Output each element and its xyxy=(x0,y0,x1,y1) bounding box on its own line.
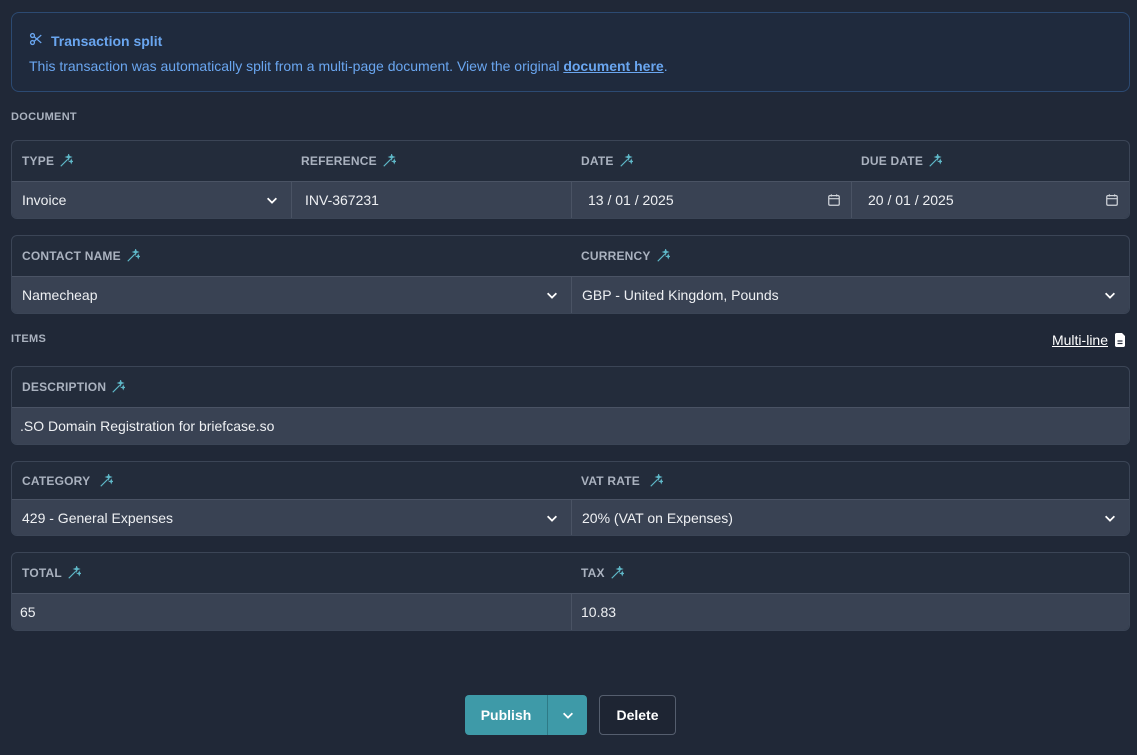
tax-label: TAX xyxy=(581,566,605,580)
chevron-down-icon xyxy=(547,292,557,299)
type-value: Invoice xyxy=(22,192,67,208)
items-section-label: ITEMS xyxy=(11,333,47,345)
magic-wand-icon xyxy=(650,473,663,487)
description-header: DESCRIPTION xyxy=(12,367,1129,407)
vat-value: 20% (VAT on Expenses) xyxy=(582,510,733,526)
category-value: 429 - General Expenses xyxy=(22,510,173,526)
date-label: DATE xyxy=(581,154,614,168)
contact-value: Namecheap xyxy=(22,287,98,303)
chevron-down-icon xyxy=(562,712,573,719)
totals-card: TOTAL TAX 65 10.83 xyxy=(11,552,1130,631)
currency-value: GBP - United Kingdom, Pounds xyxy=(582,287,779,303)
date-value: 13 / 01 / 2025 xyxy=(588,192,674,208)
chevron-down-icon xyxy=(1105,515,1115,522)
tax-header: TAX xyxy=(571,553,1129,593)
vat-header: VAT RATE xyxy=(571,462,1129,499)
total-header: TOTAL xyxy=(12,553,571,593)
publish-button[interactable]: Publish xyxy=(465,695,547,735)
split-banner: Transaction split This transaction was a… xyxy=(11,12,1130,92)
calendar-icon[interactable] xyxy=(1105,193,1119,207)
category-vat-card: CATEGORY VAT RATE 429 - General Expenses… xyxy=(11,461,1130,536)
currency-header: CURRENCY xyxy=(571,236,1129,276)
banner-text-before: This transaction was automatically split… xyxy=(29,58,564,74)
contact-header: CONTACT NAME xyxy=(12,236,571,276)
due-date-value: 20 / 01 / 2025 xyxy=(868,192,954,208)
category-header: CATEGORY xyxy=(12,462,571,499)
document-fields-card: TYPE REFERENCE DATE DUE DATE Invoice INV… xyxy=(11,140,1130,219)
description-card: DESCRIPTION .SO Domain Registration for … xyxy=(11,366,1130,445)
type-label: TYPE xyxy=(22,154,55,168)
multi-line-toggle[interactable]: Multi-line xyxy=(1052,332,1126,348)
magic-wand-icon xyxy=(611,566,624,579)
magic-wand-icon xyxy=(60,154,74,167)
type-header: TYPE xyxy=(12,141,291,181)
due-date-header: DUE DATE xyxy=(851,141,1129,181)
reference-label: REFERENCE xyxy=(301,154,377,168)
scissors-icon xyxy=(29,32,43,49)
total-value: 65 xyxy=(20,604,36,620)
type-select[interactable]: Invoice xyxy=(12,181,291,218)
currency-select[interactable]: GBP - United Kingdom, Pounds xyxy=(571,276,1129,313)
publish-options-button[interactable] xyxy=(547,695,587,735)
reference-header: REFERENCE xyxy=(291,141,571,181)
tax-value: 10.83 xyxy=(581,604,617,620)
magic-wand-icon xyxy=(383,154,396,167)
multi-line-label: Multi-line xyxy=(1051,332,1108,348)
reference-value: INV-367231 xyxy=(305,192,379,208)
contact-currency-card: CONTACT NAME CURRENCY Namecheap GBP - Un… xyxy=(11,235,1130,314)
vat-label: VAT RATE xyxy=(581,473,640,488)
magic-wand-icon xyxy=(127,249,140,262)
tax-input[interactable]: 10.83 xyxy=(571,593,1129,630)
date-header: DATE xyxy=(571,141,851,181)
category-label: CATEGORY xyxy=(22,473,91,488)
magic-wand-icon xyxy=(100,473,114,487)
chevron-down-icon xyxy=(547,515,557,522)
banner-text-after: . xyxy=(663,58,668,74)
document-icon xyxy=(1115,333,1125,347)
description-label: DESCRIPTION xyxy=(22,380,107,394)
delete-button[interactable]: Delete xyxy=(599,695,676,735)
total-label: TOTAL xyxy=(22,566,62,580)
chevron-down-icon xyxy=(267,197,277,204)
date-input[interactable]: 13 / 01 / 2025 xyxy=(571,181,851,218)
banner-title: Transaction split xyxy=(51,32,163,49)
contact-label: CONTACT NAME xyxy=(22,249,121,263)
due-date-label: DUE DATE xyxy=(861,154,924,168)
calendar-icon[interactable] xyxy=(827,193,841,207)
document-link[interactable]: document here xyxy=(563,58,663,74)
magic-wand-icon xyxy=(656,249,670,262)
currency-label: CURRENCY xyxy=(581,249,651,263)
contact-select[interactable]: Namecheap xyxy=(12,276,571,313)
total-input[interactable]: 65 xyxy=(12,593,571,630)
description-value: .SO Domain Registration for briefcase.so xyxy=(20,418,275,434)
magic-wand-icon xyxy=(619,154,633,167)
magic-wand-icon xyxy=(68,566,81,579)
category-select[interactable]: 429 - General Expenses xyxy=(12,499,571,535)
magic-wand-icon xyxy=(112,380,126,393)
magic-wand-icon xyxy=(929,154,943,167)
vat-select[interactable]: 20% (VAT on Expenses) xyxy=(571,499,1129,535)
chevron-down-icon xyxy=(1105,292,1115,299)
due-date-input[interactable]: 20 / 01 / 2025 xyxy=(851,181,1129,218)
banner-title-row: Transaction split xyxy=(29,32,162,49)
description-input[interactable]: .SO Domain Registration for briefcase.so xyxy=(12,407,1129,444)
document-section-label: DOCUMENT xyxy=(11,111,77,123)
reference-input[interactable]: INV-367231 xyxy=(291,181,571,218)
banner-text: This transaction was automatically split… xyxy=(29,58,668,74)
